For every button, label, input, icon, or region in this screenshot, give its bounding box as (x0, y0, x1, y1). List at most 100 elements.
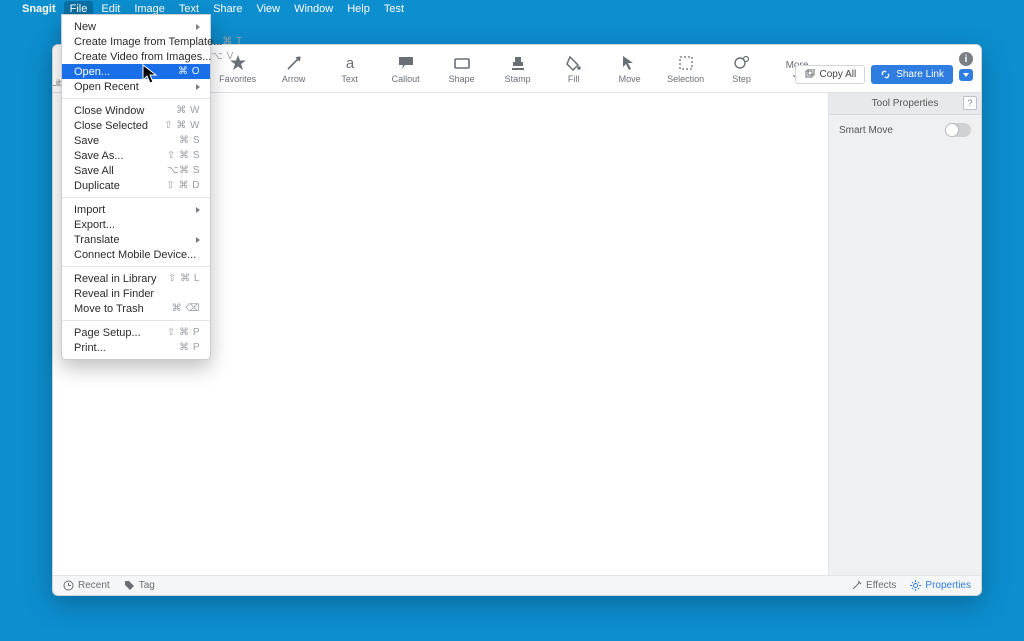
menu-item-label: Reveal in Library (74, 273, 157, 285)
clock-icon (63, 580, 74, 591)
app-name[interactable]: Snagit (22, 3, 56, 15)
menu-item-label: Import (74, 204, 105, 216)
effects-label: Effects (866, 580, 896, 591)
menu-item-create-image-from-template[interactable]: Create Image from Template...⌘ T (62, 34, 210, 49)
menu-shortcut: ⌘ W (176, 105, 200, 116)
tool-label: Favorites (219, 74, 256, 84)
menu-item-open-recent[interactable]: Open Recent (62, 79, 210, 94)
menu-item-export[interactable]: Export... (62, 217, 210, 232)
tool-arrow[interactable]: Arrow (276, 54, 312, 84)
menu-shortcut: ⌘ T (222, 36, 242, 47)
tool-step[interactable]: Step (724, 54, 760, 84)
menu-view[interactable]: View (256, 3, 280, 15)
svg-text:a: a (345, 55, 354, 72)
help-icon[interactable]: ? (963, 96, 977, 110)
menu-item-reveal-in-finder[interactable]: Reveal in Finder (62, 286, 210, 301)
status-bar: Recent Tag Effects Properties (53, 575, 981, 595)
menu-separator (62, 98, 210, 99)
menu-item-print[interactable]: Print... ⌘ P (62, 340, 210, 355)
menu-help[interactable]: Help (347, 3, 370, 15)
menu-item-save[interactable]: Save⌘ S (62, 133, 210, 148)
menu-item-label: Open Recent (74, 81, 139, 93)
properties-button[interactable]: Properties (910, 580, 971, 591)
menu-item-close-selected[interactable]: Close Selected⇧ ⌘ W (62, 118, 210, 133)
menu-test[interactable]: Test (384, 3, 404, 15)
gear-icon (910, 580, 921, 591)
menu-share[interactable]: Share (213, 3, 242, 15)
tool-fill[interactable]: Fill (556, 54, 592, 84)
tool-selection[interactable]: Selection (668, 54, 704, 84)
tool-move[interactable]: Move (612, 54, 648, 84)
tool-shape[interactable]: Shape (444, 54, 480, 84)
menu-shortcut: ⇧ ⌘ S (167, 150, 200, 161)
menu-item-label: Page Setup... (74, 327, 141, 339)
copy-all-button[interactable]: Copy All (795, 65, 866, 84)
menu-item-label: Open... (74, 66, 110, 78)
menu-shortcut: ⇧ ⌘ W (164, 120, 200, 131)
menu-item-move-to-trash[interactable]: Move to Trash⌘ ⌫ (62, 301, 210, 316)
chevron-right-icon (196, 237, 200, 243)
shape-icon (453, 54, 471, 72)
menu-item-new[interactable]: New (62, 19, 210, 34)
menu-shortcut: ⌘ P (179, 342, 200, 353)
menu-shortcut: ⌥⌘ S (167, 165, 200, 176)
tool-callout[interactable]: Callout (388, 54, 424, 84)
share-link-label: Share Link (896, 69, 944, 80)
menu-item-import[interactable]: Import (62, 202, 210, 217)
selection-icon (677, 54, 695, 72)
menu-shortcut: ⇧ ⌘ D (166, 180, 200, 191)
effects-button[interactable]: Effects (851, 580, 896, 591)
wand-icon (851, 580, 862, 591)
menu-item-label: Save All (74, 165, 114, 177)
menu-item-connect-mobile-device[interactable]: Connect Mobile Device... (62, 247, 210, 262)
menu-shortcut: ⇧ ⌘ L (168, 273, 200, 284)
menu-shortcut: ⌘ ⌫ (172, 303, 200, 314)
menu-item-open[interactable]: Open... ⌘ O (62, 64, 210, 79)
menu-shortcut: ⌘ O (178, 66, 200, 77)
tool-label: Stamp (505, 74, 531, 84)
menu-shortcut: ⌘ S (179, 135, 200, 146)
tag-label: Tag (139, 580, 155, 591)
menu-item-label: New (74, 21, 96, 33)
info-icon[interactable]: i (959, 52, 973, 66)
tool-properties-title: Tool Properties (872, 98, 939, 109)
share-link-button[interactable]: Share Link (871, 65, 953, 84)
menu-item-create-video-from-images[interactable]: Create Video from Images...⌥ V (62, 49, 210, 64)
menu-window[interactable]: Window (294, 3, 333, 15)
tool-label: Arrow (282, 74, 306, 84)
menu-item-close-window[interactable]: Close Window ⌘ W (62, 103, 210, 118)
chevron-right-icon (196, 24, 200, 30)
menu-item-save-as[interactable]: Save As...⇧ ⌘ S (62, 148, 210, 163)
menu-shortcut: ⌥ V (211, 51, 233, 62)
stamp-icon (509, 54, 527, 72)
smart-move-row: Smart Move (829, 115, 981, 145)
properties-label: Properties (925, 580, 971, 591)
tag-icon (124, 580, 135, 591)
menu-item-save-all[interactable]: Save All ⌥⌘ S (62, 163, 210, 178)
copy-icon (804, 69, 815, 80)
toolbar-right: Copy All Share Link (795, 65, 974, 84)
tool-label: Step (732, 74, 751, 84)
fill-icon (565, 54, 583, 72)
recent-button[interactable]: Recent (63, 580, 110, 591)
share-link-menu-button[interactable] (959, 69, 973, 81)
step-icon (733, 54, 751, 72)
tool-text[interactable]: a Text (332, 54, 368, 84)
chevron-right-icon (196, 207, 200, 213)
copy-all-label: Copy All (820, 69, 857, 80)
tool-properties-header: Tool Properties ? (829, 93, 981, 115)
recent-label: Recent (78, 580, 110, 591)
tool-label: Text (341, 74, 358, 84)
menu-item-label: Print... (74, 342, 106, 354)
smart-move-toggle[interactable] (945, 123, 971, 137)
menu-item-reveal-in-library[interactable]: Reveal in Library ⇧ ⌘ L (62, 271, 210, 286)
menu-item-duplicate[interactable]: Duplicate⇧ ⌘ D (62, 178, 210, 193)
tool-stamp[interactable]: Stamp (500, 54, 536, 84)
menu-shortcut: ⇧ ⌘ P (167, 327, 200, 338)
menu-item-label: Close Window (74, 105, 144, 117)
menu-separator (62, 197, 210, 198)
tag-button[interactable]: Tag (124, 580, 155, 591)
menu-item-translate[interactable]: Translate (62, 232, 210, 247)
menu-item-page-setup[interactable]: Page Setup... ⇧ ⌘ P (62, 325, 210, 340)
callout-icon (397, 54, 415, 72)
